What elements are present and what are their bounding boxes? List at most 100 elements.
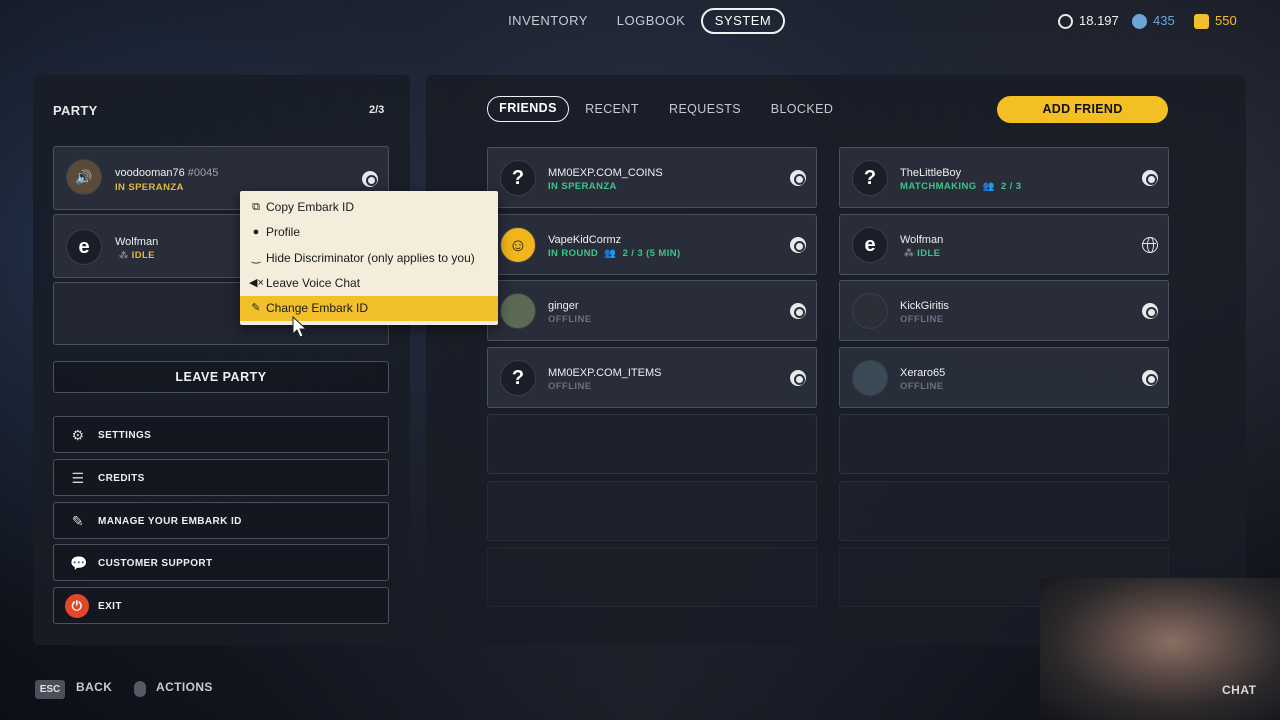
menu-item-copy-embark-id[interactable]: ⧉ Copy Embark ID	[240, 195, 498, 220]
friend-status: OFFLINE	[548, 314, 592, 325]
steam-icon: ●	[252, 226, 260, 238]
party-count: 2/3	[369, 104, 385, 116]
tab-blocked[interactable]: BLOCKED	[764, 96, 840, 122]
tab-system[interactable]: SYSTEM	[701, 8, 785, 34]
friend-status-text: MATCHMAKING	[900, 181, 977, 192]
avatar: 🔊	[66, 159, 102, 195]
back-button[interactable]: BACK	[76, 680, 112, 694]
list-icon: ☰	[71, 470, 85, 486]
menu-item-leave-voice-chat[interactable]: ◀× Leave Voice Chat	[240, 271, 498, 296]
currency-multibucks: 550	[1194, 8, 1237, 34]
steam-icon	[790, 370, 806, 386]
power-icon: ⏻	[65, 594, 89, 618]
settings-label: SETTINGS	[98, 430, 152, 441]
manage-embark-id-button[interactable]: ✎ MANAGE YOUR EMBARK ID	[53, 502, 389, 539]
credits-label: CREDITS	[98, 473, 145, 484]
friend-status: IN ROUND 👥 2 / 3 (5 MIN)	[548, 248, 681, 259]
steam-icon	[1142, 303, 1158, 319]
empty-friend-slot	[487, 414, 817, 474]
member-status: IN SPERANZA	[115, 182, 184, 193]
steam-icon	[790, 303, 806, 319]
empty-friend-slot	[839, 481, 1169, 541]
friend-name: TheLittleBoy	[900, 167, 962, 179]
friend-status-text: IN ROUND	[548, 248, 599, 259]
bond-icon	[1132, 13, 1147, 29]
tab-friends[interactable]: FRIENDS	[487, 96, 569, 122]
empty-friend-slot	[487, 547, 817, 607]
unknown-avatar-icon: ?	[500, 160, 536, 196]
friend-card[interactable]: e Wolfman ⁂ IDLE	[839, 214, 1169, 275]
empty-friend-slot	[839, 414, 1169, 474]
tab-recent[interactable]: RECENT	[580, 96, 644, 122]
pencil-icon: ✎	[251, 302, 261, 314]
webcam-overlay	[1040, 578, 1280, 720]
steam-icon	[362, 171, 378, 187]
menu-item-label: Profile	[266, 225, 301, 239]
friend-name: MM0EXP.COM_ITEMS	[548, 367, 662, 379]
edit-id-icon: ✎	[71, 513, 85, 529]
friend-name: KickGiritis	[900, 300, 949, 312]
add-friend-button[interactable]: ADD FRIEND	[997, 96, 1168, 123]
vault-token-icon	[1058, 13, 1073, 29]
member-discriminator: #0045	[187, 167, 219, 179]
friend-card[interactable]: ? TheLittleBoy MATCHMAKING 👥 2 / 3	[839, 147, 1169, 208]
friend-name: ginger	[548, 300, 579, 312]
group-icon: 👥	[979, 181, 998, 192]
context-menu: ⧉ Copy Embark ID ● Profile ‿ Hide Discri…	[240, 191, 498, 325]
friend-card[interactable]: ☺ VapeKidCormz IN ROUND 👥 2 / 3 (5 MIN)	[487, 214, 817, 275]
menu-item-label: Hide Discriminator (only applies to you)	[266, 251, 475, 265]
friend-status: OFFLINE	[900, 381, 944, 392]
friend-party-size: 2 / 3 (5 MIN)	[622, 248, 681, 259]
friend-card[interactable]: KickGiritis OFFLINE	[839, 280, 1169, 341]
friend-name: VapeKidCormz	[548, 234, 622, 246]
member-name: Wolfman	[115, 236, 159, 248]
globe-icon	[1142, 237, 1158, 253]
unknown-avatar-icon: ?	[852, 160, 888, 196]
unknown-avatar-icon: ?	[500, 360, 536, 396]
friend-status: MATCHMAKING 👥 2 / 3	[900, 181, 1021, 192]
friend-status: IN SPERANZA	[548, 181, 617, 192]
empty-friend-slot	[487, 481, 817, 541]
menu-item-label: Change Embark ID	[266, 301, 369, 315]
vault-token-value: 18.197	[1079, 13, 1119, 28]
currency-bonds: 435	[1132, 8, 1175, 34]
menu-item-change-embark-id[interactable]: ✎ Change Embark ID	[240, 296, 498, 321]
friend-card[interactable]: ? MM0EXP.COM_COINS IN SPERANZA	[487, 147, 817, 208]
avatar	[852, 360, 888, 396]
customer-support-button[interactable]: 💬 CUSTOMER SUPPORT	[53, 544, 389, 581]
friend-status: ⁂ IDLE	[904, 248, 940, 259]
credits-button[interactable]: ☰ CREDITS	[53, 459, 389, 496]
gear-icon: ⚙	[71, 427, 85, 443]
friend-card[interactable]: ? MM0EXP.COM_ITEMS OFFLINE	[487, 347, 817, 408]
member-status: ⁂ IDLE	[119, 250, 155, 261]
menu-item-hide-discriminator[interactable]: ‿ Hide Discriminator (only applies to yo…	[240, 246, 498, 271]
mute-icon: ◀×	[249, 277, 264, 289]
settings-button[interactable]: ⚙ SETTINGS	[53, 416, 389, 453]
friend-party-size: 2 / 3	[1000, 181, 1022, 192]
friend-card[interactable]: ginger OFFLINE	[487, 280, 817, 341]
friend-card[interactable]: Xeraro65 OFFLINE	[839, 347, 1169, 408]
copy-icon: ⧉	[252, 201, 260, 213]
chat-bubbles-icon: 💬	[70, 555, 88, 571]
actions-button[interactable]: ACTIONS	[156, 680, 213, 694]
menu-item-profile[interactable]: ● Profile	[240, 220, 498, 245]
idle-icon: ⁂	[904, 248, 915, 259]
tab-requests[interactable]: REQUESTS	[664, 96, 746, 122]
party-title: PARTY	[53, 103, 98, 118]
idle-icon: ⁂	[119, 250, 129, 260]
group-icon: 👥	[601, 248, 620, 259]
avatar	[852, 293, 888, 329]
mouse-cursor-icon	[292, 316, 308, 338]
avatar: e	[66, 229, 102, 265]
tab-inventory[interactable]: INVENTORY	[503, 8, 593, 34]
mouse-icon	[134, 681, 146, 697]
friend-status: OFFLINE	[900, 314, 944, 325]
exit-button[interactable]: ⏻ EXIT	[53, 587, 389, 624]
tab-logbook[interactable]: LOGBOOK	[612, 8, 690, 34]
steam-icon	[1142, 370, 1158, 386]
leave-party-button[interactable]: LEAVE PARTY	[53, 361, 389, 393]
party-member-name: voodooman76 #0045	[115, 167, 218, 179]
friend-status-text: IDLE	[917, 248, 941, 259]
chat-button[interactable]: CHAT	[1222, 683, 1256, 697]
friend-name: MM0EXP.COM_COINS	[548, 167, 663, 179]
